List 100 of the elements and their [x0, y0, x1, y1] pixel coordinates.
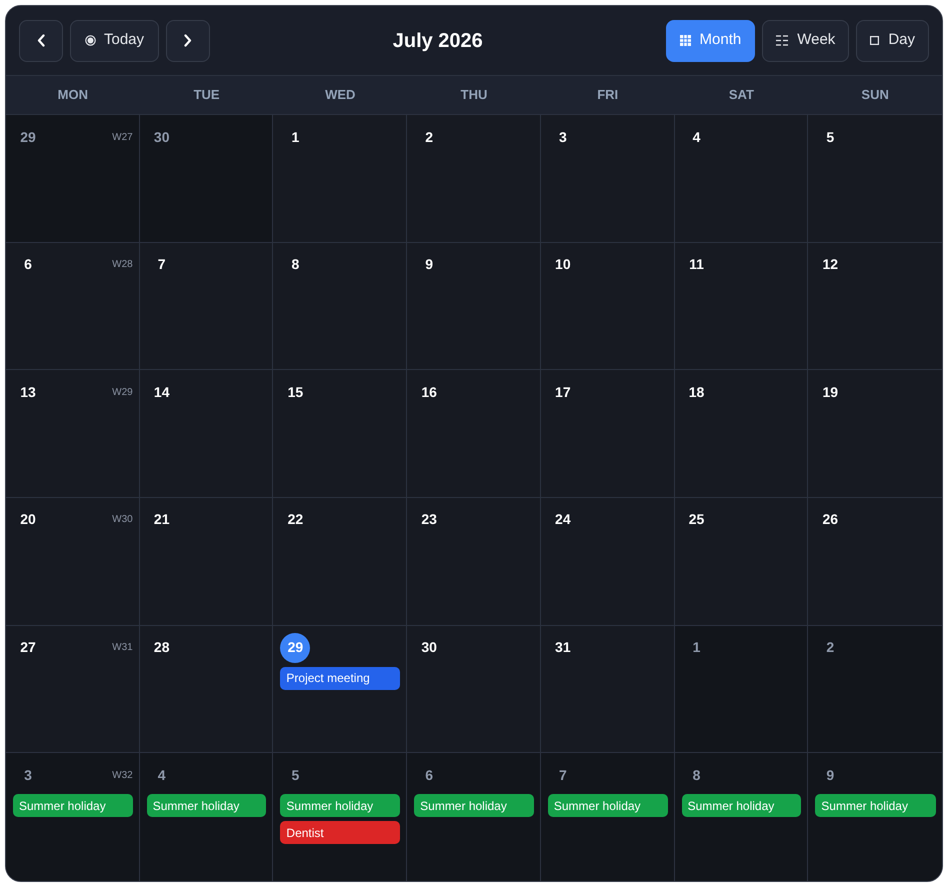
day-cell[interactable]: 9 Summer holiday	[808, 753, 942, 881]
event-chip[interactable]: Dentist	[280, 821, 400, 844]
view-tab[interactable]: Week	[762, 20, 850, 62]
day-cell[interactable]: 30	[140, 115, 274, 243]
day-cell[interactable]: 4 Summer holiday	[140, 753, 274, 881]
day-cell[interactable]: 23	[407, 498, 541, 626]
day-number: 1	[692, 638, 702, 658]
day-number: 25	[688, 510, 706, 530]
week-number: W30	[112, 513, 133, 528]
day-number: 23	[420, 510, 438, 530]
weekday-label: FRI	[597, 86, 618, 104]
day-number: 14	[152, 382, 170, 402]
day-number: 6	[23, 255, 33, 274]
chevron-left-icon	[37, 34, 45, 47]
day-number: 15	[286, 382, 304, 402]
day-number: 27	[19, 638, 37, 658]
day-cell[interactable]: 16	[407, 370, 541, 498]
view-tab[interactable]: Month	[666, 20, 756, 62]
day-cell[interactable]: 22	[273, 498, 408, 626]
day-number: 8	[692, 766, 702, 785]
day-number: 28	[152, 638, 170, 658]
day-number: 10	[554, 255, 572, 274]
day-cell[interactable]: 15	[273, 370, 408, 498]
day-cell[interactable]: 18	[674, 370, 808, 498]
week-number: W28	[112, 258, 133, 272]
day-cell[interactable]: 25	[674, 498, 808, 626]
day-number: 3	[558, 128, 568, 146]
day-number: 13	[19, 382, 37, 402]
day-cell[interactable]: 27 W31	[6, 626, 140, 754]
day-cell[interactable]: 29 Project meeting	[273, 626, 408, 754]
day-cell[interactable]: 4	[674, 115, 808, 243]
day-cell[interactable]: 28	[140, 626, 274, 754]
week-number: W31	[112, 641, 133, 656]
day-cell[interactable]: 1	[674, 626, 808, 754]
day-cell[interactable]: 24	[540, 498, 675, 626]
day-number: 5	[290, 766, 300, 785]
day-number: 5	[825, 128, 836, 146]
day-number: 2	[424, 128, 434, 146]
day-cell[interactable]: 8 Summer holiday	[674, 753, 808, 881]
day-number: 7	[156, 255, 167, 274]
weekday-label: WED	[325, 86, 356, 104]
weekday-label: SAT	[728, 86, 754, 104]
day-number: 6	[424, 766, 434, 785]
radio-dot-icon	[85, 35, 96, 46]
day-number: 29	[19, 128, 37, 146]
day-number: 30	[420, 638, 438, 658]
day-number: 8	[290, 255, 300, 274]
day-cell[interactable]: 7 Summer holiday	[540, 753, 675, 881]
grid-icon	[680, 35, 691, 46]
day-cell[interactable]: 9	[407, 242, 541, 370]
list-icon	[776, 35, 788, 46]
today-button[interactable]: Today	[70, 20, 160, 62]
next-button[interactable]	[166, 20, 210, 62]
day-number: 26	[821, 510, 840, 530]
day-cell[interactable]: 12	[808, 242, 942, 370]
day-number: 24	[554, 510, 572, 530]
day-cell[interactable]: 21	[140, 498, 274, 626]
day-number: 7	[558, 766, 568, 785]
day-cell[interactable]: 8	[273, 242, 408, 370]
day-number: 4	[156, 766, 167, 785]
day-number: 22	[286, 510, 304, 530]
day-cell[interactable]: 30	[407, 626, 541, 754]
day-cell[interactable]: 2	[808, 626, 942, 754]
square-icon	[870, 36, 880, 45]
day-number: 12	[821, 255, 840, 274]
day-cell[interactable]: 17	[540, 370, 675, 498]
day-cell[interactable]: 6 Summer holiday	[407, 753, 541, 881]
weekday-label: MON	[58, 86, 88, 104]
day-cell[interactable]: 14	[140, 370, 274, 498]
day-number: 30	[152, 128, 170, 146]
day-number: 21	[152, 510, 170, 530]
week-number: W32	[112, 768, 133, 783]
day-number: 3	[23, 766, 33, 785]
day-number: 4	[692, 128, 702, 146]
day-cell[interactable]: 3 W32 Summer holiday	[6, 753, 140, 881]
chevron-right-icon	[184, 34, 192, 47]
day-cell[interactable]: 20 W30	[6, 498, 140, 626]
weekday-label: TUE	[194, 86, 220, 104]
view-tab[interactable]: Day	[856, 20, 929, 62]
day-cell[interactable]: 7	[140, 242, 274, 370]
day-number: 11	[688, 255, 705, 274]
day-cell[interactable]: 2	[407, 115, 541, 243]
week-number: W27	[112, 130, 133, 144]
day-cell[interactable]: 11	[674, 242, 808, 370]
day-cell[interactable]: 1	[273, 115, 408, 243]
day-cell[interactable]: 10	[540, 242, 675, 370]
day-number: 9	[825, 766, 836, 785]
day-cell[interactable]: 6 W28	[6, 242, 140, 370]
previous-button[interactable]	[19, 20, 63, 62]
day-number: 16	[420, 382, 438, 402]
day-number: 18	[688, 382, 706, 402]
day-cell[interactable]: 3	[540, 115, 675, 243]
day-cell[interactable]: 31	[540, 626, 675, 754]
day-cell[interactable]: 5 Summer holiday Dentist	[273, 753, 408, 881]
weekday-label: THU	[460, 86, 488, 104]
event-chip[interactable]: Project meeting	[280, 666, 400, 690]
day-number: 29	[280, 632, 310, 663]
weekday-label: SUN	[861, 86, 889, 104]
day-cell[interactable]: 29 W27	[6, 115, 140, 243]
day-cell[interactable]: 13 W29	[6, 370, 140, 498]
